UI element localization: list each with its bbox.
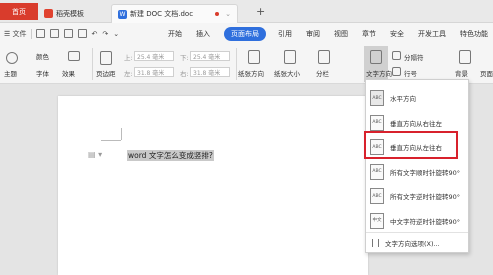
bottom-margin-value: 25.4 毫米 — [193, 53, 221, 61]
font-button[interactable]: 字体 — [36, 68, 49, 78]
divider — [236, 48, 237, 80]
bottom-margin-field[interactable]: 25.4 毫米 — [190, 51, 230, 61]
text-direction-item-5[interactable]: 中文 中文字符逆时针旋转90° — [366, 207, 468, 235]
menu-0[interactable]: 开始 — [168, 29, 182, 39]
separator-icon[interactable] — [392, 51, 401, 60]
right-margin-field[interactable]: 31.8 毫米 — [190, 67, 230, 77]
menu-2[interactable]: 页面布局 — [224, 26, 266, 41]
docer-icon — [44, 9, 53, 18]
background-button[interactable]: 背景 — [455, 68, 468, 78]
document-icon: W — [118, 9, 127, 19]
columns-button[interactable]: 分栏 — [316, 68, 329, 78]
orientation-icon[interactable] — [248, 50, 260, 64]
page-border-button[interactable]: 页面 — [480, 68, 493, 78]
preview-icon[interactable] — [77, 29, 87, 38]
color-button[interactable]: 颜色 — [36, 51, 49, 61]
left-margin-value: 31.8 毫米 — [137, 69, 165, 77]
tab-docer-label: 稻壳模板 — [56, 9, 84, 18]
top-margin-label: 上: — [124, 54, 133, 62]
page-corner-mark — [121, 128, 122, 140]
tab-close-area[interactable]: ⌄ — [215, 10, 231, 18]
effect-button[interactable]: 效果 — [62, 68, 75, 78]
tab-document[interactable]: W 新建 DOC 文档.doc ⌄ — [111, 4, 238, 23]
bottom-margin-label: 下: — [180, 54, 189, 62]
paper-size-button[interactable]: 纸张大小 — [274, 68, 300, 78]
file-menu[interactable]: ☰ 文件 — [4, 29, 27, 39]
divider — [366, 232, 468, 233]
ribbon: 主题 颜色 字体 效果 页边距 上: 25.4 毫米 下: 25.4 毫米 左:… — [0, 44, 493, 84]
line-number-button[interactable]: 行号 — [404, 68, 417, 78]
page-corner-mark — [101, 140, 121, 141]
undo-icon[interactable]: ↶ — [92, 30, 98, 38]
right-margin-label: 右: — [180, 70, 189, 78]
save-icon[interactable] — [35, 29, 45, 38]
menu-5[interactable]: 视图 — [334, 29, 348, 39]
text-direction-options-item[interactable]: 文字方向选项(X)... — [366, 234, 468, 252]
menu-1[interactable]: 插入 — [196, 29, 210, 39]
menu-6[interactable]: 章节 — [362, 29, 376, 39]
tab-home[interactable]: 首页 — [0, 3, 38, 20]
tab-bar: 首页 稻壳模板 W 新建 DOC 文档.doc ⌄ + — [0, 0, 493, 23]
background-icon[interactable] — [459, 50, 471, 64]
divider — [30, 28, 32, 39]
left-margin-label: 左: — [124, 70, 133, 78]
text-direction-dropdown: ABC 水平方向 ABC 垂直方向从右往左 ABC 垂直方向从左往右 ABC 所有文字顺时针旋… — [365, 79, 469, 253]
text-direction-option-icon: ABC — [370, 163, 384, 180]
print-icon[interactable] — [63, 29, 73, 38]
options-icon — [372, 239, 379, 247]
theme-button[interactable]: 主题 — [4, 68, 17, 78]
left-margin-field[interactable]: 31.8 毫米 — [134, 67, 174, 77]
text-direction-option-label: 所有文字逆时针旋转90° — [390, 193, 461, 201]
document-page[interactable] — [58, 96, 368, 275]
right-margin-value: 31.8 毫米 — [193, 69, 221, 77]
highlight-box — [364, 131, 458, 159]
margin-button[interactable]: 页边距 — [96, 68, 116, 78]
text-direction-option-label: 水平方向 — [390, 95, 416, 103]
columns-icon[interactable] — [318, 50, 330, 64]
text-direction-option-label: 中文字符逆时针旋转90° — [390, 217, 461, 226]
menu-7[interactable]: 安全 — [390, 29, 404, 39]
text-direction-option-icon: ABC — [370, 114, 384, 131]
line-number-icon[interactable] — [392, 67, 401, 76]
top-margin-field[interactable]: 25.4 毫米 — [134, 51, 174, 61]
text-direction-option-label: 所有文字顺时针旋转90° — [390, 168, 461, 177]
text-direction-option-icon: ABC — [370, 188, 384, 204]
menu-3[interactable]: 引用 — [278, 29, 292, 39]
text-direction-options-label: 文字方向选项(X)... — [385, 240, 440, 248]
text-direction-icon[interactable] — [370, 50, 382, 64]
theme-icon[interactable] — [6, 52, 18, 64]
margin-icon[interactable] — [100, 51, 112, 65]
tab-docer[interactable]: 稻壳模板 — [38, 4, 106, 23]
tab-document-label: 新建 DOC 文档.doc — [130, 10, 194, 18]
tab-home-label: 首页 — [12, 7, 26, 16]
orientation-button[interactable]: 纸张方向 — [238, 68, 264, 78]
new-tab-button[interactable]: + — [256, 5, 265, 18]
text-direction-option-icon: 中文 — [370, 212, 384, 229]
menu-4[interactable]: 审阅 — [306, 29, 320, 39]
menu-8[interactable]: 开发工具 — [418, 29, 446, 39]
paragraph-handle-icon[interactable]: ▤ ▾ — [88, 150, 102, 159]
unsaved-dot-icon — [215, 12, 220, 16]
paper-size-icon[interactable] — [284, 50, 296, 64]
menu-9[interactable]: 特色功能 — [460, 29, 488, 39]
selected-text[interactable]: word 文字怎么变成竖排? — [127, 150, 214, 161]
export-icon[interactable] — [49, 29, 59, 38]
top-margin-value: 25.4 毫米 — [137, 53, 165, 61]
divider — [92, 48, 93, 80]
menu-list: 开始 插入 页面布局 引用 审阅 视图 章节 安全 开发工具 特色功能 — [168, 23, 493, 44]
page-setup-icon[interactable] — [68, 51, 80, 61]
text-direction-option-icon: ABC — [370, 90, 384, 106]
text-direction-option-label: 垂直方向从右往左 — [390, 119, 442, 128]
redo-icon[interactable]: ↷ — [102, 30, 108, 38]
text-direction-button[interactable]: 文字方向 — [366, 68, 392, 78]
more-icon[interactable]: ⌄ — [113, 30, 119, 38]
menu-bar: ☰ 文件 ↶ ↷ ⌄ 开始 插入 页面布局 引用 审阅 视图 章节 安全 开发工具 特色功能 — [0, 23, 493, 44]
separator-button[interactable]: 分隔符 — [404, 52, 424, 62]
